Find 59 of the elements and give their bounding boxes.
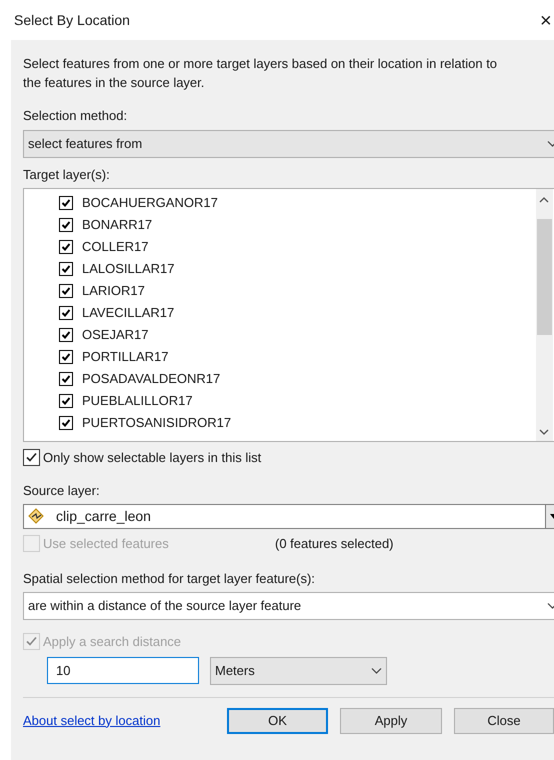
layer-name: PUEBLALILLOR17 [82,392,193,410]
layer-checkbox[interactable] [59,218,73,232]
layer-checkbox[interactable] [59,328,73,342]
description-text: Select features from one or more target layers based on their location in relation to the features in the source layer. [23,55,498,92]
layer-name: COLLER17 [82,238,148,256]
spatial-method-dropdown[interactable]: are within a distance of the source layer feature [23,592,554,620]
dialog-button[interactable]: OK [227,708,328,734]
field-label: Target layer(s): [23,166,111,184]
check-icon [61,374,71,384]
layer-name: PUERTOSANISIDROR17 [82,414,232,432]
selection-count: (0 features selected) [275,535,394,553]
checkbox-label: Use selected features [43,535,169,553]
check-icon [25,451,38,464]
field-label: Spatial selection method for target layer feature(s): [23,570,316,588]
help-link[interactable]: About select by location [23,710,227,730]
layer-checkbox[interactable] [59,416,73,430]
checkbox-label: Apply a search distance [43,633,182,651]
layer-name: OSEJAR17 [82,326,148,344]
layer-name: LAVECILLAR17 [82,304,174,322]
chevron-down-icon [371,667,382,674]
layer-checkbox[interactable] [59,262,73,276]
layer-checkbox[interactable] [59,372,73,386]
layer-name: BONARR17 [82,216,152,234]
check-icon [61,308,71,318]
window-title: Select By Location [14,10,130,30]
checkbox-label: Only show selectable layers in this list [43,449,262,467]
check-icon [61,418,71,428]
check-icon [61,396,71,406]
layer-name: POSADAVALDEONR17 [82,370,220,388]
scrollbar[interactable] [536,189,553,441]
source-layer-dropdown[interactable]: clip_carre_leon [23,504,554,529]
checkbox[interactable] [23,449,40,466]
check-icon [25,635,38,648]
layer-checkbox[interactable] [59,240,73,254]
layer-name: BOCAHUERGANOR17 [82,194,218,212]
field-label: Selection method: [23,107,128,125]
selection-method-dropdown[interactable]: select features from [23,130,554,158]
scroll-down-icon[interactable] [539,429,549,435]
close-button[interactable]: × [540,13,554,29]
field-label: Source layer: [23,482,101,500]
layer-checkbox[interactable] [59,284,73,298]
check-icon [61,352,71,362]
dialog-button[interactable]: Close [454,708,554,734]
check-icon [61,286,71,296]
scroll-up-icon[interactable] [539,197,549,203]
check-icon [61,264,71,274]
check-icon [61,220,71,230]
layer-name: LALOSILLAR17 [82,260,175,278]
layer-name: LARIOR17 [82,282,145,300]
layer-checkbox[interactable] [59,350,73,364]
layer-checkbox[interactable] [59,306,73,320]
layer-name: PORTILLAR17 [82,348,168,366]
layer-checkbox[interactable] [59,196,73,210]
check-icon [61,198,71,208]
check-icon [61,242,71,252]
layer-checkbox[interactable] [59,394,73,408]
dialog-button[interactable]: Apply [340,708,442,734]
check-icon [61,330,71,340]
scrollbar-thumb[interactable] [537,219,552,335]
